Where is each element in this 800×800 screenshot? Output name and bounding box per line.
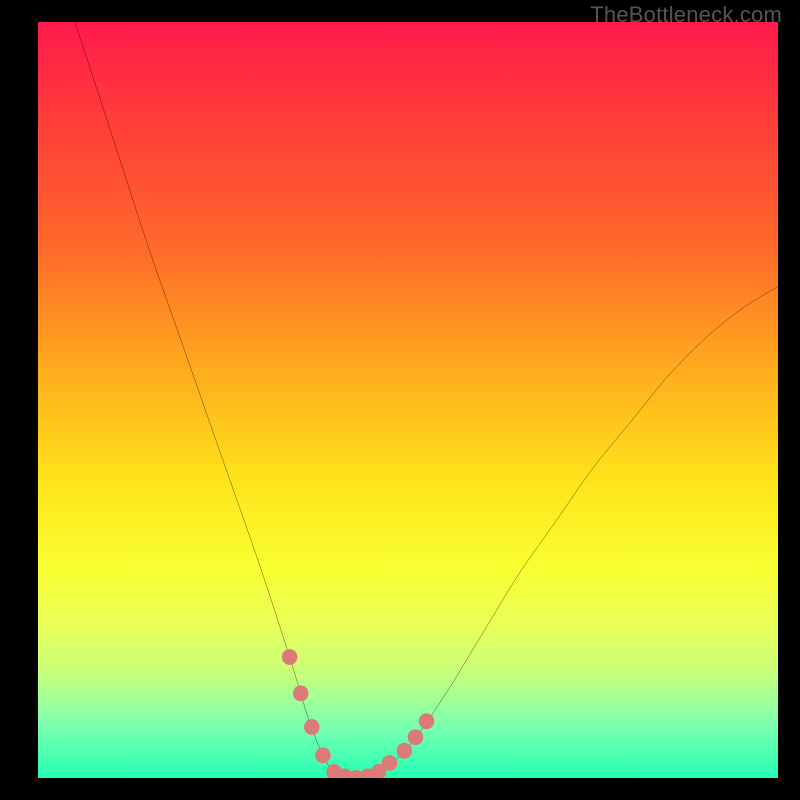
highlight-dot (293, 685, 309, 701)
highlight-dot (382, 755, 398, 771)
bottleneck-curve-svg (38, 22, 778, 778)
highlight-dot (419, 713, 435, 729)
highlight-dot (282, 649, 298, 665)
highlight-dot (304, 719, 320, 735)
bottleneck-curve-path (75, 22, 778, 778)
chart-stage: TheBottleneck.com (0, 0, 800, 800)
highlight-dots-main (282, 649, 397, 778)
highlight-dot (315, 747, 331, 763)
highlight-dots-right (397, 713, 435, 758)
highlight-dot (408, 729, 424, 745)
highlight-dot (397, 743, 413, 759)
